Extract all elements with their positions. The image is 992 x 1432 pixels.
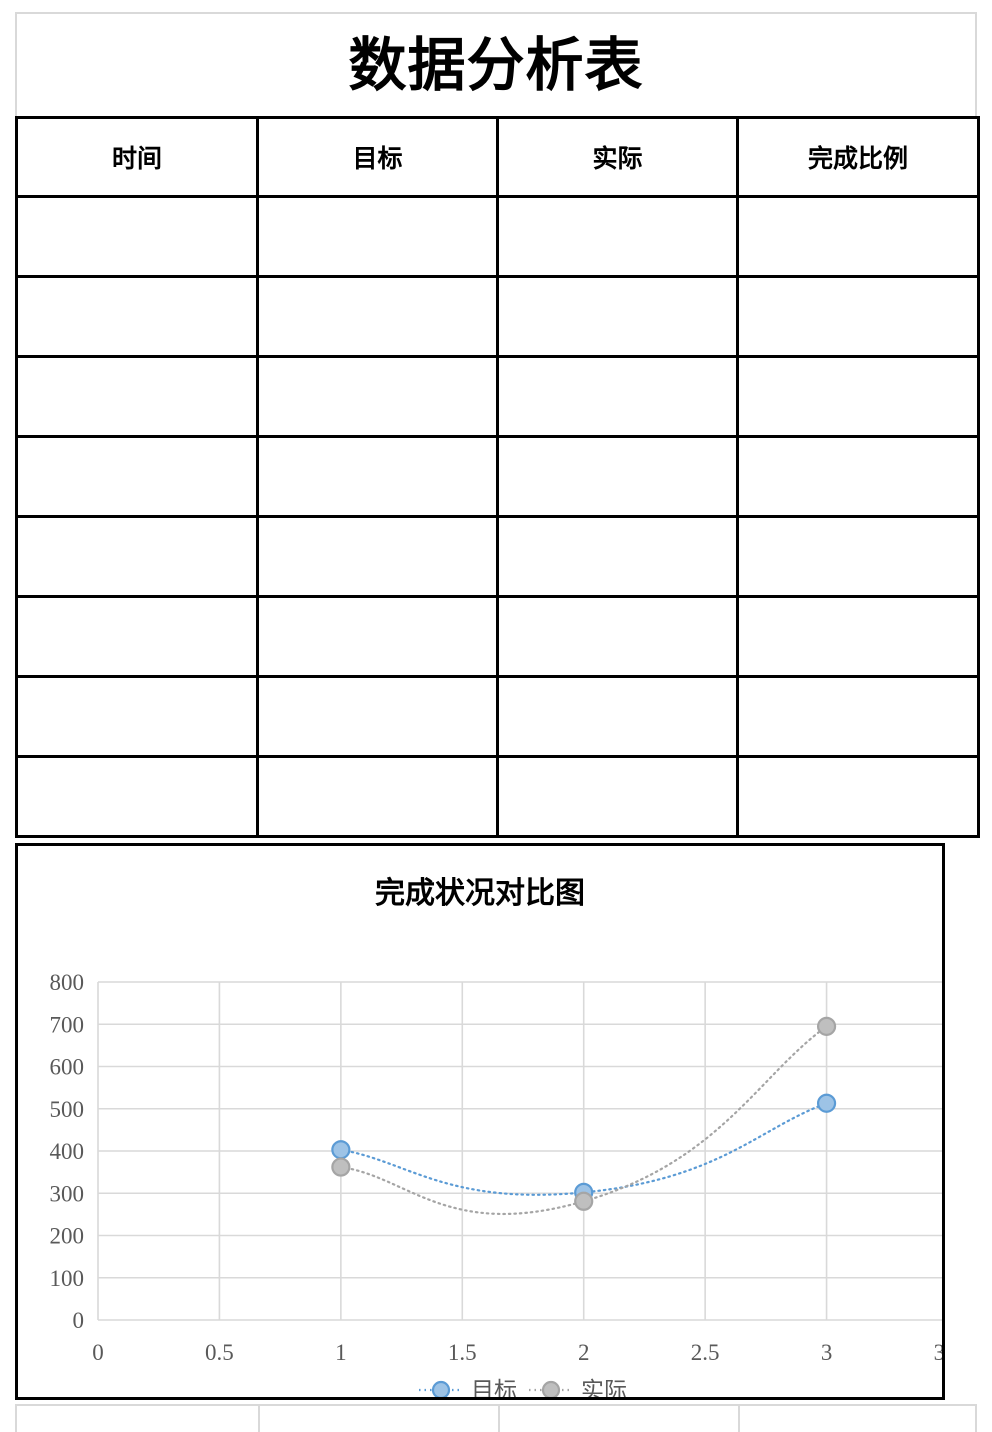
table-row: [15, 435, 980, 518]
cell-goal[interactable]: [256, 355, 499, 438]
data-point-实际[interactable]: [331, 1157, 351, 1177]
cell-time[interactable]: [15, 195, 259, 278]
cell-goal[interactable]: [256, 595, 499, 678]
x-axis-tick-label: 0.5: [205, 1340, 234, 1365]
x-axis-tick-label: 1: [335, 1340, 347, 1365]
cell-ratio[interactable]: [736, 195, 980, 278]
cell-time[interactable]: [15, 275, 259, 358]
data-point-实际[interactable]: [816, 1016, 837, 1036]
legend-marker-实际: [541, 1380, 561, 1397]
x-axis-tick-label: 0: [92, 1340, 104, 1365]
cell-ratio[interactable]: [736, 755, 980, 838]
cell-actual[interactable]: [496, 675, 739, 758]
page-title-cell: 数据分析表: [15, 12, 977, 116]
y-axis-tick-label: 800: [50, 970, 85, 995]
cell-actual[interactable]: [496, 595, 739, 678]
y-axis-tick-label: 700: [50, 1012, 85, 1037]
cell-time[interactable]: [15, 435, 259, 518]
cell-actual[interactable]: [496, 435, 739, 518]
cell-time[interactable]: [15, 675, 259, 758]
table-row: [15, 355, 980, 438]
cell-ratio[interactable]: [736, 435, 980, 518]
cell-time[interactable]: [15, 755, 259, 838]
cell-actual[interactable]: [496, 195, 739, 278]
cell-goal[interactable]: [256, 275, 499, 358]
cell-ratio[interactable]: [736, 355, 980, 438]
legend-label-目标[interactable]: 目标: [471, 1378, 517, 1397]
cell-time[interactable]: [15, 355, 259, 438]
x-axis-tick-label: 3: [821, 1340, 833, 1365]
table-header-row: 时间 目标 实际 完成比例: [15, 116, 980, 198]
page-title: 数据分析表: [348, 31, 644, 99]
sheet-bottom-edge: [15, 1404, 977, 1432]
cell-actual[interactable]: [496, 275, 739, 358]
table-row: [15, 755, 980, 838]
data-point-目标[interactable]: [331, 1140, 351, 1160]
cell-goal[interactable]: [256, 195, 499, 278]
column-header-time[interactable]: 时间: [15, 116, 259, 198]
spreadsheet-page: 数据分析表 时间 目标 实际 完成比例 完成状况对比图 0 100 200 30…: [0, 0, 992, 1432]
x-axis-tick-label: 1.5: [448, 1340, 477, 1365]
cell-goal[interactable]: [256, 515, 499, 598]
data-point-实际[interactable]: [574, 1191, 594, 1211]
x-axis-tick-label: 3.5: [934, 1340, 942, 1365]
cell-ratio[interactable]: [736, 515, 980, 598]
x-axis-tick-label: 2: [578, 1340, 590, 1365]
legend-label-实际[interactable]: 实际: [581, 1378, 627, 1397]
column-header-ratio[interactable]: 完成比例: [736, 116, 980, 198]
column-header-actual[interactable]: 实际: [496, 116, 739, 198]
table-row: [15, 595, 980, 678]
column-header-goal[interactable]: 目标: [256, 116, 499, 198]
cell-goal[interactable]: [256, 755, 499, 838]
table-row: [15, 675, 980, 758]
data-point-目标[interactable]: [816, 1093, 837, 1113]
y-axis-tick-label: 400: [50, 1139, 85, 1164]
y-axis-tick-label: 0: [73, 1308, 85, 1333]
cell-actual[interactable]: [496, 355, 739, 438]
cell-goal[interactable]: [256, 435, 499, 518]
y-axis-tick-label: 100: [50, 1266, 85, 1291]
cell-time[interactable]: [15, 515, 259, 598]
grid-divider: [498, 1406, 500, 1432]
table-row: [15, 195, 980, 278]
y-axis-tick-label: 200: [50, 1224, 85, 1249]
y-axis-tick-label: 300: [50, 1181, 85, 1206]
cell-ratio[interactable]: [736, 275, 980, 358]
data-table: 时间 目标 实际 完成比例: [15, 116, 980, 838]
chart-plot: 0 100 200 300 400 500 600 700 800 0 0.5 1 1.5 2 2.5 3 3.…: [18, 846, 942, 1397]
chart-svg: 0 100 200 300 400 500 600 700 800 0 0.5 1 1.5 2 2.5 3 3.…: [50, 970, 942, 1397]
cell-actual[interactable]: [496, 515, 739, 598]
cell-actual[interactable]: [496, 755, 739, 838]
legend-marker-目标: [431, 1380, 451, 1397]
cell-time[interactable]: [15, 595, 259, 678]
table-body: [15, 195, 980, 838]
cell-ratio[interactable]: [736, 675, 980, 758]
chart-container[interactable]: 完成状况对比图 0 100 200 300 400 500 600 700 800 0 0.5 1 1.…: [15, 843, 945, 1400]
cell-ratio[interactable]: [736, 595, 980, 678]
table-row: [15, 275, 980, 358]
cell-goal[interactable]: [256, 675, 499, 758]
table-row: [15, 515, 980, 598]
y-axis-tick-label: 600: [50, 1055, 85, 1080]
y-axis-tick-label: 500: [50, 1097, 85, 1122]
grid-divider: [738, 1406, 740, 1432]
grid-divider: [258, 1406, 260, 1432]
x-axis-tick-label: 2.5: [691, 1340, 720, 1365]
